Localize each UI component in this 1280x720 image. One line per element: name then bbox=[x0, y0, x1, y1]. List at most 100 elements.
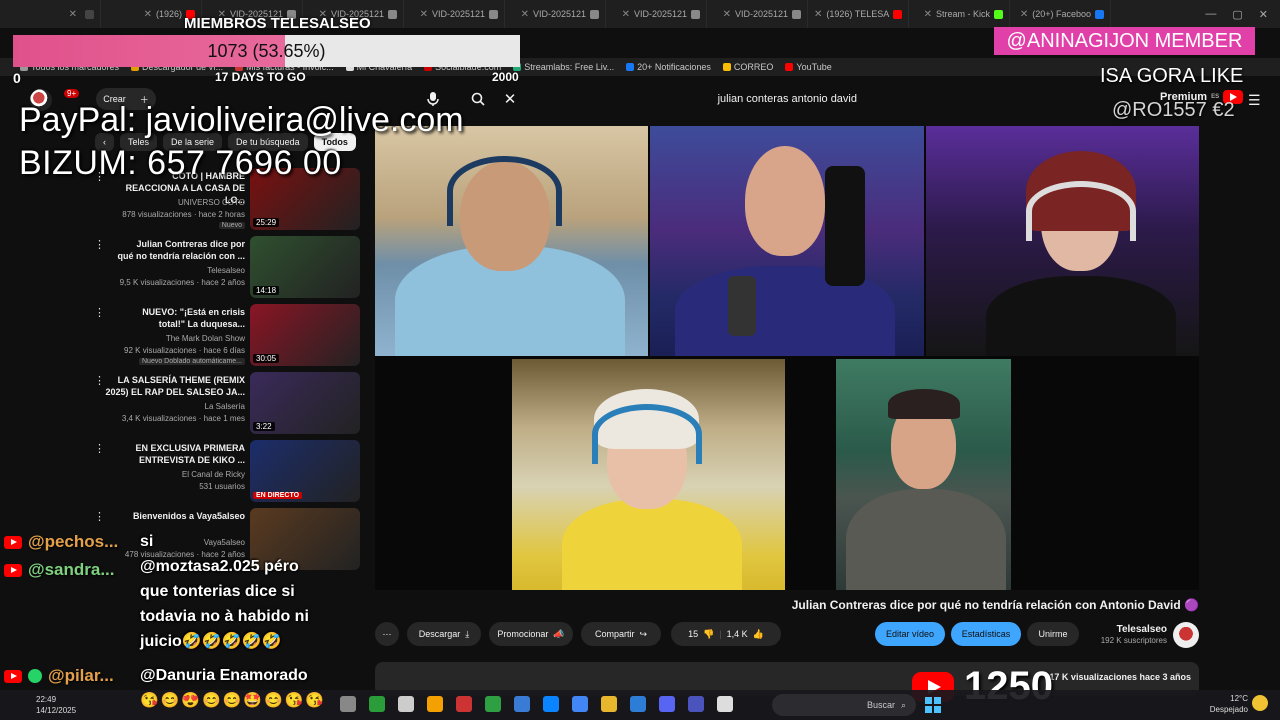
terminal-icon[interactable] bbox=[717, 696, 733, 712]
rec-meta: 531 usuarios bbox=[199, 482, 245, 491]
recommended-video[interactable]: ⋮ LA SALSERÍA THEME (REMIX 2025) EL RAP D… bbox=[94, 372, 360, 438]
recommended-video[interactable]: ⋮ Julian Contreras dice por qué no tendrí… bbox=[94, 236, 360, 302]
rec-title: NUEVO: "¡Está en crisis total!" La duque… bbox=[142, 307, 245, 329]
bookmark-item[interactable]: YouTube bbox=[785, 62, 832, 72]
goal-progress-text: 1073 (53.65%) bbox=[207, 41, 326, 61]
obs-icon[interactable] bbox=[398, 696, 414, 712]
edit-video-button[interactable]: Editar vídeo bbox=[875, 622, 945, 646]
discord-icon[interactable] bbox=[659, 696, 675, 712]
video-player[interactable] bbox=[375, 126, 1199, 590]
rec-duration: EN DIRECTO bbox=[253, 492, 303, 499]
browser-tab[interactable]: ✕ VID-2025121 bbox=[707, 0, 808, 28]
stats-button[interactable]: Estadísticas bbox=[951, 622, 1021, 646]
join-button[interactable]: Unirme bbox=[1027, 622, 1079, 646]
tab-close-icon[interactable]: ✕ bbox=[69, 9, 77, 20]
rec-title: Julian Contreras dice por qué no tendría… bbox=[117, 239, 245, 261]
recommended-video[interactable]: ⋮ NUEVO: "¡Está en crisis total!" La duqu… bbox=[94, 304, 360, 370]
bookmark-item[interactable]: CORREO bbox=[722, 62, 773, 72]
tab-label: Stream - Kick bbox=[935, 9, 990, 19]
menu-icon[interactable]: ☰ bbox=[1248, 92, 1261, 109]
tab-favicon-icon bbox=[489, 9, 498, 19]
tab-label: VID-2025121 bbox=[431, 9, 485, 19]
tab-close-icon[interactable]: ✕ bbox=[814, 9, 822, 20]
search-input[interactable]: julian conteras antonio david bbox=[525, 86, 865, 112]
like-dislike-group: 15 👎 | 1,4 K 👍 bbox=[671, 622, 781, 646]
download-button[interactable]: Descargar ⤓ bbox=[407, 622, 481, 646]
channel-name[interactable]: Telesalseo bbox=[1085, 624, 1167, 635]
spreadsheet-icon[interactable] bbox=[485, 696, 501, 712]
browser-tab[interactable]: ✕ VID-2025121 bbox=[606, 0, 707, 28]
window-controls: — ▢ ✕ bbox=[1193, 8, 1280, 21]
chat-app-icon[interactable] bbox=[340, 696, 356, 712]
bookmark-item[interactable]: Streamlabs: Free Liv... bbox=[513, 62, 614, 72]
like-icon[interactable]: 👍 bbox=[753, 629, 764, 640]
rec-thumbnail[interactable]: EN DIRECTO bbox=[250, 440, 360, 502]
tab-close-icon[interactable]: ✕ bbox=[144, 9, 152, 20]
taskbar-clock[interactable]: 22:49 14/12/2025 bbox=[36, 694, 76, 716]
tab-favicon-icon bbox=[590, 9, 599, 19]
chrome-icon[interactable] bbox=[572, 696, 588, 712]
tab-favicon-icon bbox=[1095, 9, 1104, 19]
share-button[interactable]: Compartir ↪ bbox=[581, 622, 661, 646]
taskbar-search[interactable]: Buscar ⌕ bbox=[772, 694, 916, 716]
more-actions-button[interactable]: ⋯ bbox=[375, 622, 399, 646]
more-vert-icon[interactable]: ⋮ bbox=[94, 510, 105, 523]
teams-icon[interactable] bbox=[688, 696, 704, 712]
rec-meta: 92 K visualizaciones · hace 6 días bbox=[124, 346, 245, 355]
browser-tab[interactable]: ✕ bbox=[0, 0, 101, 28]
browser-tab[interactable]: ✕ VID-2025121 bbox=[404, 0, 505, 28]
search-icon[interactable] bbox=[467, 88, 489, 110]
tab-favicon-icon bbox=[388, 9, 397, 19]
windows-start-icon[interactable] bbox=[925, 697, 941, 713]
download-icon: ⤓ bbox=[465, 628, 470, 639]
chat-user-2: @sandra... bbox=[4, 560, 115, 580]
notification-badge[interactable]: 9+ bbox=[64, 89, 80, 98]
rec-thumbnail[interactable]: 30:05 bbox=[250, 304, 360, 366]
browser-tab[interactable]: ✕ (1926) TELESA bbox=[808, 0, 909, 28]
browser-tab[interactable]: ✕ (20+) Faceboo bbox=[1010, 0, 1111, 28]
edge-icon[interactable] bbox=[543, 696, 559, 712]
browser-tab[interactable]: ✕ VID-2025121 bbox=[505, 0, 606, 28]
more-vert-icon[interactable]: ⋮ bbox=[94, 238, 105, 251]
rec-thumbnail[interactable]: 3:22 bbox=[250, 372, 360, 434]
video-feed-top-middle bbox=[650, 126, 924, 356]
bookmark-item[interactable]: 20+ Notificaciones bbox=[626, 62, 711, 72]
rec-channel: The Mark Dolan Show bbox=[165, 334, 245, 343]
outlook-icon[interactable] bbox=[630, 696, 646, 712]
tab-close-icon[interactable]: ✕ bbox=[723, 9, 731, 20]
tab-label: VID-2025121 bbox=[633, 9, 687, 19]
rec-badge: Nuevo Doblado automáticame... bbox=[139, 358, 245, 365]
chat-message: @Danuria Enamorado bbox=[140, 667, 308, 684]
tab-close-icon[interactable]: ✕ bbox=[622, 9, 630, 20]
more-vert-icon[interactable]: ⋮ bbox=[94, 442, 105, 455]
tab-close-icon[interactable]: ✕ bbox=[924, 9, 932, 20]
bizum-overlay: BIZUM: 657 7696 00 bbox=[19, 144, 342, 182]
tab-close-icon[interactable]: ✕ bbox=[1020, 9, 1028, 20]
dislike-icon[interactable]: 👎 bbox=[703, 629, 714, 640]
more-vert-icon[interactable]: ⋮ bbox=[94, 374, 105, 387]
close-window-icon[interactable]: ✕ bbox=[1259, 8, 1268, 21]
file-explorer-icon[interactable] bbox=[601, 696, 617, 712]
taskbar-weather[interactable]: 12°C Despejado bbox=[1208, 693, 1248, 715]
whatsapp-app-icon[interactable] bbox=[369, 696, 385, 712]
dislike-count[interactable]: 15 bbox=[688, 629, 698, 639]
rec-thumbnail[interactable]: 14:18 bbox=[250, 236, 360, 298]
browser-tab[interactable]: ✕ Stream - Kick bbox=[909, 0, 1010, 28]
steam-icon[interactable] bbox=[456, 696, 472, 712]
clear-search-icon[interactable]: ✕ bbox=[499, 88, 521, 110]
video-feed-bottom-left bbox=[512, 359, 785, 590]
settings-icon[interactable] bbox=[514, 696, 530, 712]
tab-close-icon[interactable]: ✕ bbox=[420, 9, 428, 20]
like-count[interactable]: 1,4 K bbox=[727, 629, 748, 639]
recommended-video[interactable]: ⋮ EN EXCLUSIVA PRIMERA ENTREVISTA DE KIKO… bbox=[94, 440, 360, 506]
tab-close-icon[interactable]: ✕ bbox=[521, 9, 529, 20]
maximize-icon[interactable]: ▢ bbox=[1232, 8, 1242, 21]
video-feed-bottom-right bbox=[836, 359, 1011, 590]
promote-button[interactable]: Promocionar 📣 bbox=[489, 622, 573, 646]
vlc-icon[interactable] bbox=[427, 696, 443, 712]
channel-avatar[interactable] bbox=[1173, 622, 1199, 648]
more-vert-icon[interactable]: ⋮ bbox=[94, 306, 105, 319]
minimize-icon[interactable]: — bbox=[1205, 8, 1216, 21]
video-title: Julian Contreras dice por qué no tendría… bbox=[791, 598, 1199, 612]
chat-username: @pilar... bbox=[48, 666, 114, 685]
